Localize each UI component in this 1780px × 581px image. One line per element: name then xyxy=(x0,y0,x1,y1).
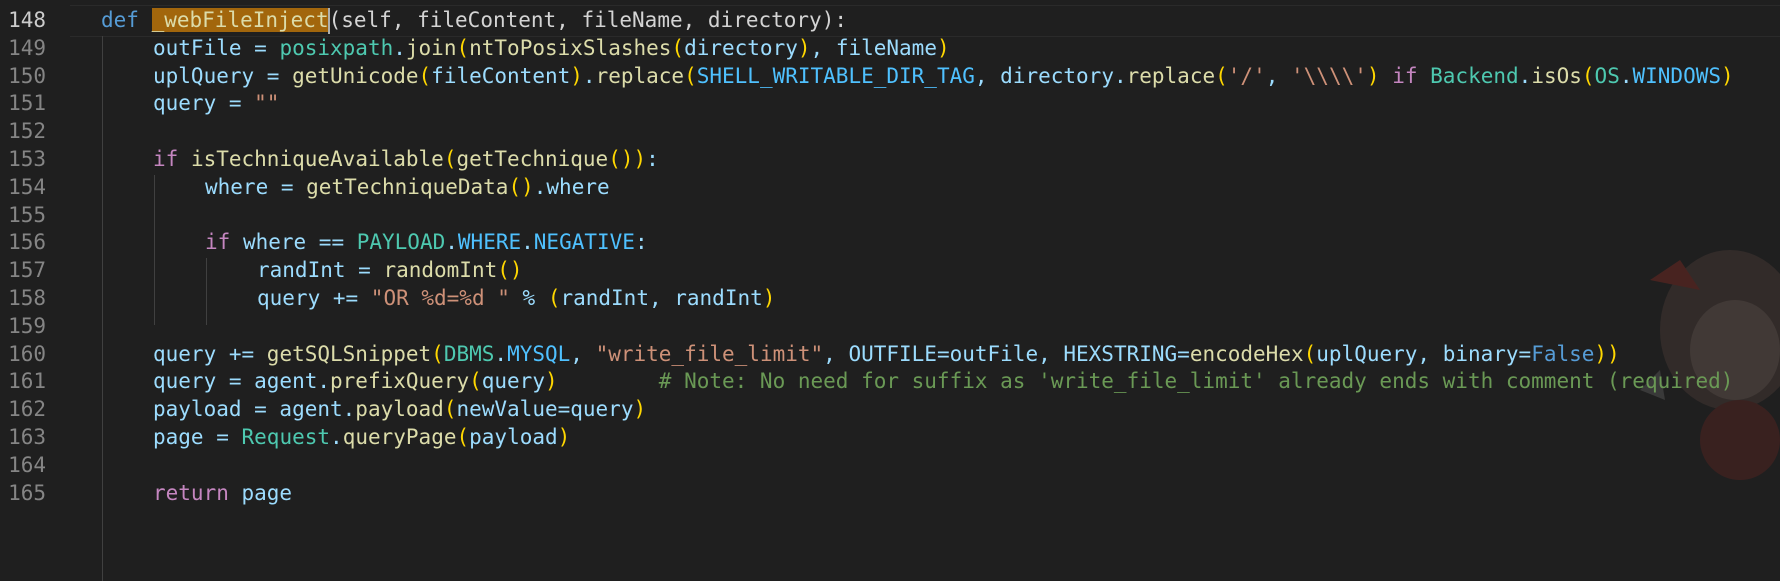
line-number: 157 xyxy=(8,258,46,283)
code-text: (self, fileContent, fileName, directory)… xyxy=(328,8,847,32)
line-number: 152 xyxy=(8,119,46,144)
line-number: 164 xyxy=(8,452,46,477)
line-number: 163 xyxy=(8,425,46,449)
code-line: def _webFileInject(self, fileContent, fi… xyxy=(101,5,847,37)
line-number: 165 xyxy=(8,480,46,505)
code-line: query = "" xyxy=(153,91,280,116)
code-line: payload = agent.payload(newValue=query) xyxy=(153,397,647,422)
line-number-gutter: 148 149 150 151 152 153 154 155 156 157 … xyxy=(0,0,70,581)
code-editor[interactable]: 148 149 150 151 152 153 154 155 156 157 … xyxy=(0,0,1780,581)
code-line: uplQuery = getUnicode(fileContent).repla… xyxy=(153,63,1734,88)
code-line: query = agent.prefixQuery(query) # Note:… xyxy=(153,366,1733,398)
code-line: if where == PAYLOAD.WHERE.NEGATIVE: xyxy=(205,230,648,255)
keyword: def xyxy=(101,8,139,32)
line-number: 151 xyxy=(8,91,46,116)
code-line: where = getTechniqueData().where xyxy=(205,174,610,199)
line-number: 154 xyxy=(8,174,46,199)
line-number: 159 xyxy=(8,313,46,338)
code-line: page = Request.queryPage(payload) xyxy=(153,425,571,449)
line-number: 162 xyxy=(8,397,46,422)
code-line: outFile = posixpath.join(ntToPosixSlashe… xyxy=(153,35,950,60)
line-number: 153 xyxy=(8,147,46,171)
line-number: 161 xyxy=(8,369,46,394)
code-comment: # Note: No need for suffix as 'write_fil… xyxy=(658,369,1734,394)
line-number: 155 xyxy=(8,202,46,227)
line-number: 150 xyxy=(8,63,46,88)
line-number: 158 xyxy=(8,286,46,310)
code-line: query += "OR %d=%d " % (randInt, randInt… xyxy=(257,286,776,310)
code-area[interactable]: def _webFileInject(self, fileContent, fi… xyxy=(101,0,1780,581)
code-text: query = agent.prefixQuery(query) xyxy=(153,369,558,394)
selected-function-name[interactable]: _webFileInject xyxy=(151,8,329,32)
line-number: 149 xyxy=(8,35,46,60)
code-line: if isTechniqueAvailable(getTechnique()): xyxy=(153,147,659,171)
code-line: return page xyxy=(153,480,293,505)
line-number: 156 xyxy=(8,230,46,255)
code-line: query += getSQLSnippet(DBMS.MYSQL, "writ… xyxy=(153,341,1620,366)
line-number: 148 xyxy=(8,8,46,32)
line-number: 160 xyxy=(8,341,46,366)
code-line: randInt = randomInt() xyxy=(257,258,523,283)
